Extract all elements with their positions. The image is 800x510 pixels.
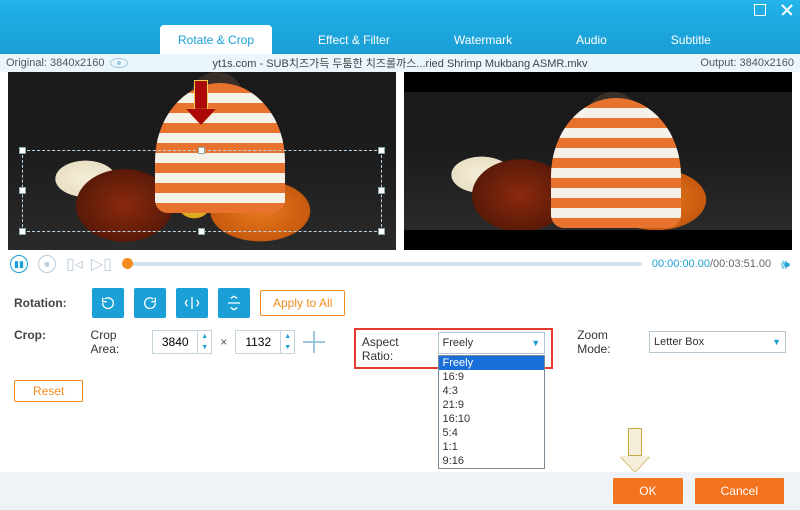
crop-width-field[interactable]: [153, 335, 197, 349]
file-title: yt1s.com - SUB치즈가득 두툼한 치즈롤까스...ried Shri…: [0, 55, 800, 71]
next-frame-icon[interactable]: ▷▯: [91, 254, 112, 274]
crop-height-field[interactable]: [236, 335, 280, 349]
aspect-option-4-3[interactable]: 4:3: [439, 384, 545, 398]
cancel-button[interactable]: Cancel: [695, 478, 784, 504]
annotation-arrow-icon: [186, 80, 216, 128]
reset-button[interactable]: Reset: [14, 380, 83, 402]
chevron-down-icon: ▼: [531, 338, 540, 348]
source-pane[interactable]: [8, 72, 396, 250]
zoom-mode-label: Zoom Mode:: [577, 328, 643, 356]
total-time: 00:03:51.00: [713, 258, 771, 270]
aspect-ratio-select[interactable]: Freely ▼ Freely 16:9 4:3 21:9 16:10 5:4 …: [438, 332, 546, 354]
aspect-ratio-highlight: Aspect Ratio: Freely ▼ Freely 16:9 4:3 2…: [354, 328, 553, 369]
rotate-right-button[interactable]: [134, 288, 166, 318]
spin-up-icon[interactable]: ▲: [281, 331, 294, 342]
apply-to-all-button[interactable]: Apply to All: [260, 290, 345, 316]
maximize-icon[interactable]: [754, 4, 766, 16]
crop-width-input[interactable]: ▲▼: [152, 330, 212, 354]
tab-effect-filter[interactable]: Effect & Filter: [300, 25, 408, 54]
center-crop-icon[interactable]: [303, 331, 324, 353]
tab-subtitle[interactable]: Subtitle: [653, 25, 729, 54]
titlebar: [0, 0, 800, 20]
aspect-option-5-4[interactable]: 5:4: [439, 426, 545, 440]
prev-frame-icon[interactable]: ▯◃: [66, 254, 83, 274]
tab-watermark[interactable]: Watermark: [436, 25, 530, 54]
flip-vertical-button[interactable]: [218, 288, 250, 318]
aspect-option-16-10[interactable]: 16:10: [439, 412, 545, 426]
seek-track[interactable]: [122, 262, 642, 266]
annotation-arrow-icon: [620, 428, 650, 474]
crop-label: Crop:: [14, 328, 81, 342]
output-pane: [404, 72, 792, 250]
pause-button[interactable]: ▮▮: [10, 255, 28, 273]
controls-panel: Rotation: Apply to All Crop: Crop Area: …: [0, 278, 800, 405]
aspect-option-freely[interactable]: Freely: [439, 356, 545, 370]
aspect-ratio-selected: Freely: [443, 337, 474, 349]
spin-down-icon[interactable]: ▼: [198, 342, 211, 353]
spin-down-icon[interactable]: ▼: [281, 342, 294, 353]
tab-bar: Rotate & Crop Effect & Filter Watermark …: [0, 20, 800, 54]
aspect-option-9-16[interactable]: 9:16: [439, 454, 545, 468]
chevron-down-icon: ▼: [772, 337, 781, 347]
crop-area-label: Crop Area:: [91, 328, 145, 356]
aspect-option-21-9[interactable]: 21:9: [439, 398, 545, 412]
rotate-left-button[interactable]: [92, 288, 124, 318]
spin-up-icon[interactable]: ▲: [198, 331, 211, 342]
rotation-label: Rotation:: [14, 296, 82, 310]
frame-nav: ▯◃ ▷▯: [66, 254, 112, 274]
info-bar: Original: 3840x2160 yt1s.com - SUB치즈가득 두…: [0, 54, 800, 72]
stop-button[interactable]: ■: [38, 255, 56, 273]
zoom-mode-selected: Letter Box: [654, 336, 704, 348]
tab-rotate-crop[interactable]: Rotate & Crop: [160, 25, 272, 54]
flip-horizontal-button[interactable]: [176, 288, 208, 318]
crop-height-input[interactable]: ▲▼: [235, 330, 295, 354]
time-display: 00:00:00.00/00:03:51.00: [652, 258, 771, 270]
aspect-option-16-9[interactable]: 16:9: [439, 370, 545, 384]
ok-button[interactable]: OK: [613, 478, 682, 504]
aspect-option-1-1[interactable]: 1:1: [439, 440, 545, 454]
aspect-ratio-dropdown[interactable]: Freely 16:9 4:3 21:9 16:10 5:4 1:1 9:16: [438, 355, 546, 469]
footer: OK Cancel: [0, 472, 800, 510]
zoom-mode-select[interactable]: Letter Box ▼: [649, 331, 786, 353]
timeline: ▮▮ ■ ▯◃ ▷▯ 00:00:00.00/00:03:51.00 🕪: [0, 250, 800, 278]
current-time: 00:00:00.00: [652, 258, 710, 270]
crop-rectangle[interactable]: [22, 150, 382, 232]
close-icon[interactable]: [780, 4, 792, 16]
seek-thumb[interactable]: [122, 258, 133, 269]
tab-audio[interactable]: Audio: [558, 25, 625, 54]
aspect-ratio-label: Aspect Ratio:: [362, 332, 432, 363]
volume-icon[interactable]: 🕪: [781, 256, 790, 273]
multiply-sign: ×: [220, 335, 227, 349]
preview-area: [0, 72, 800, 250]
